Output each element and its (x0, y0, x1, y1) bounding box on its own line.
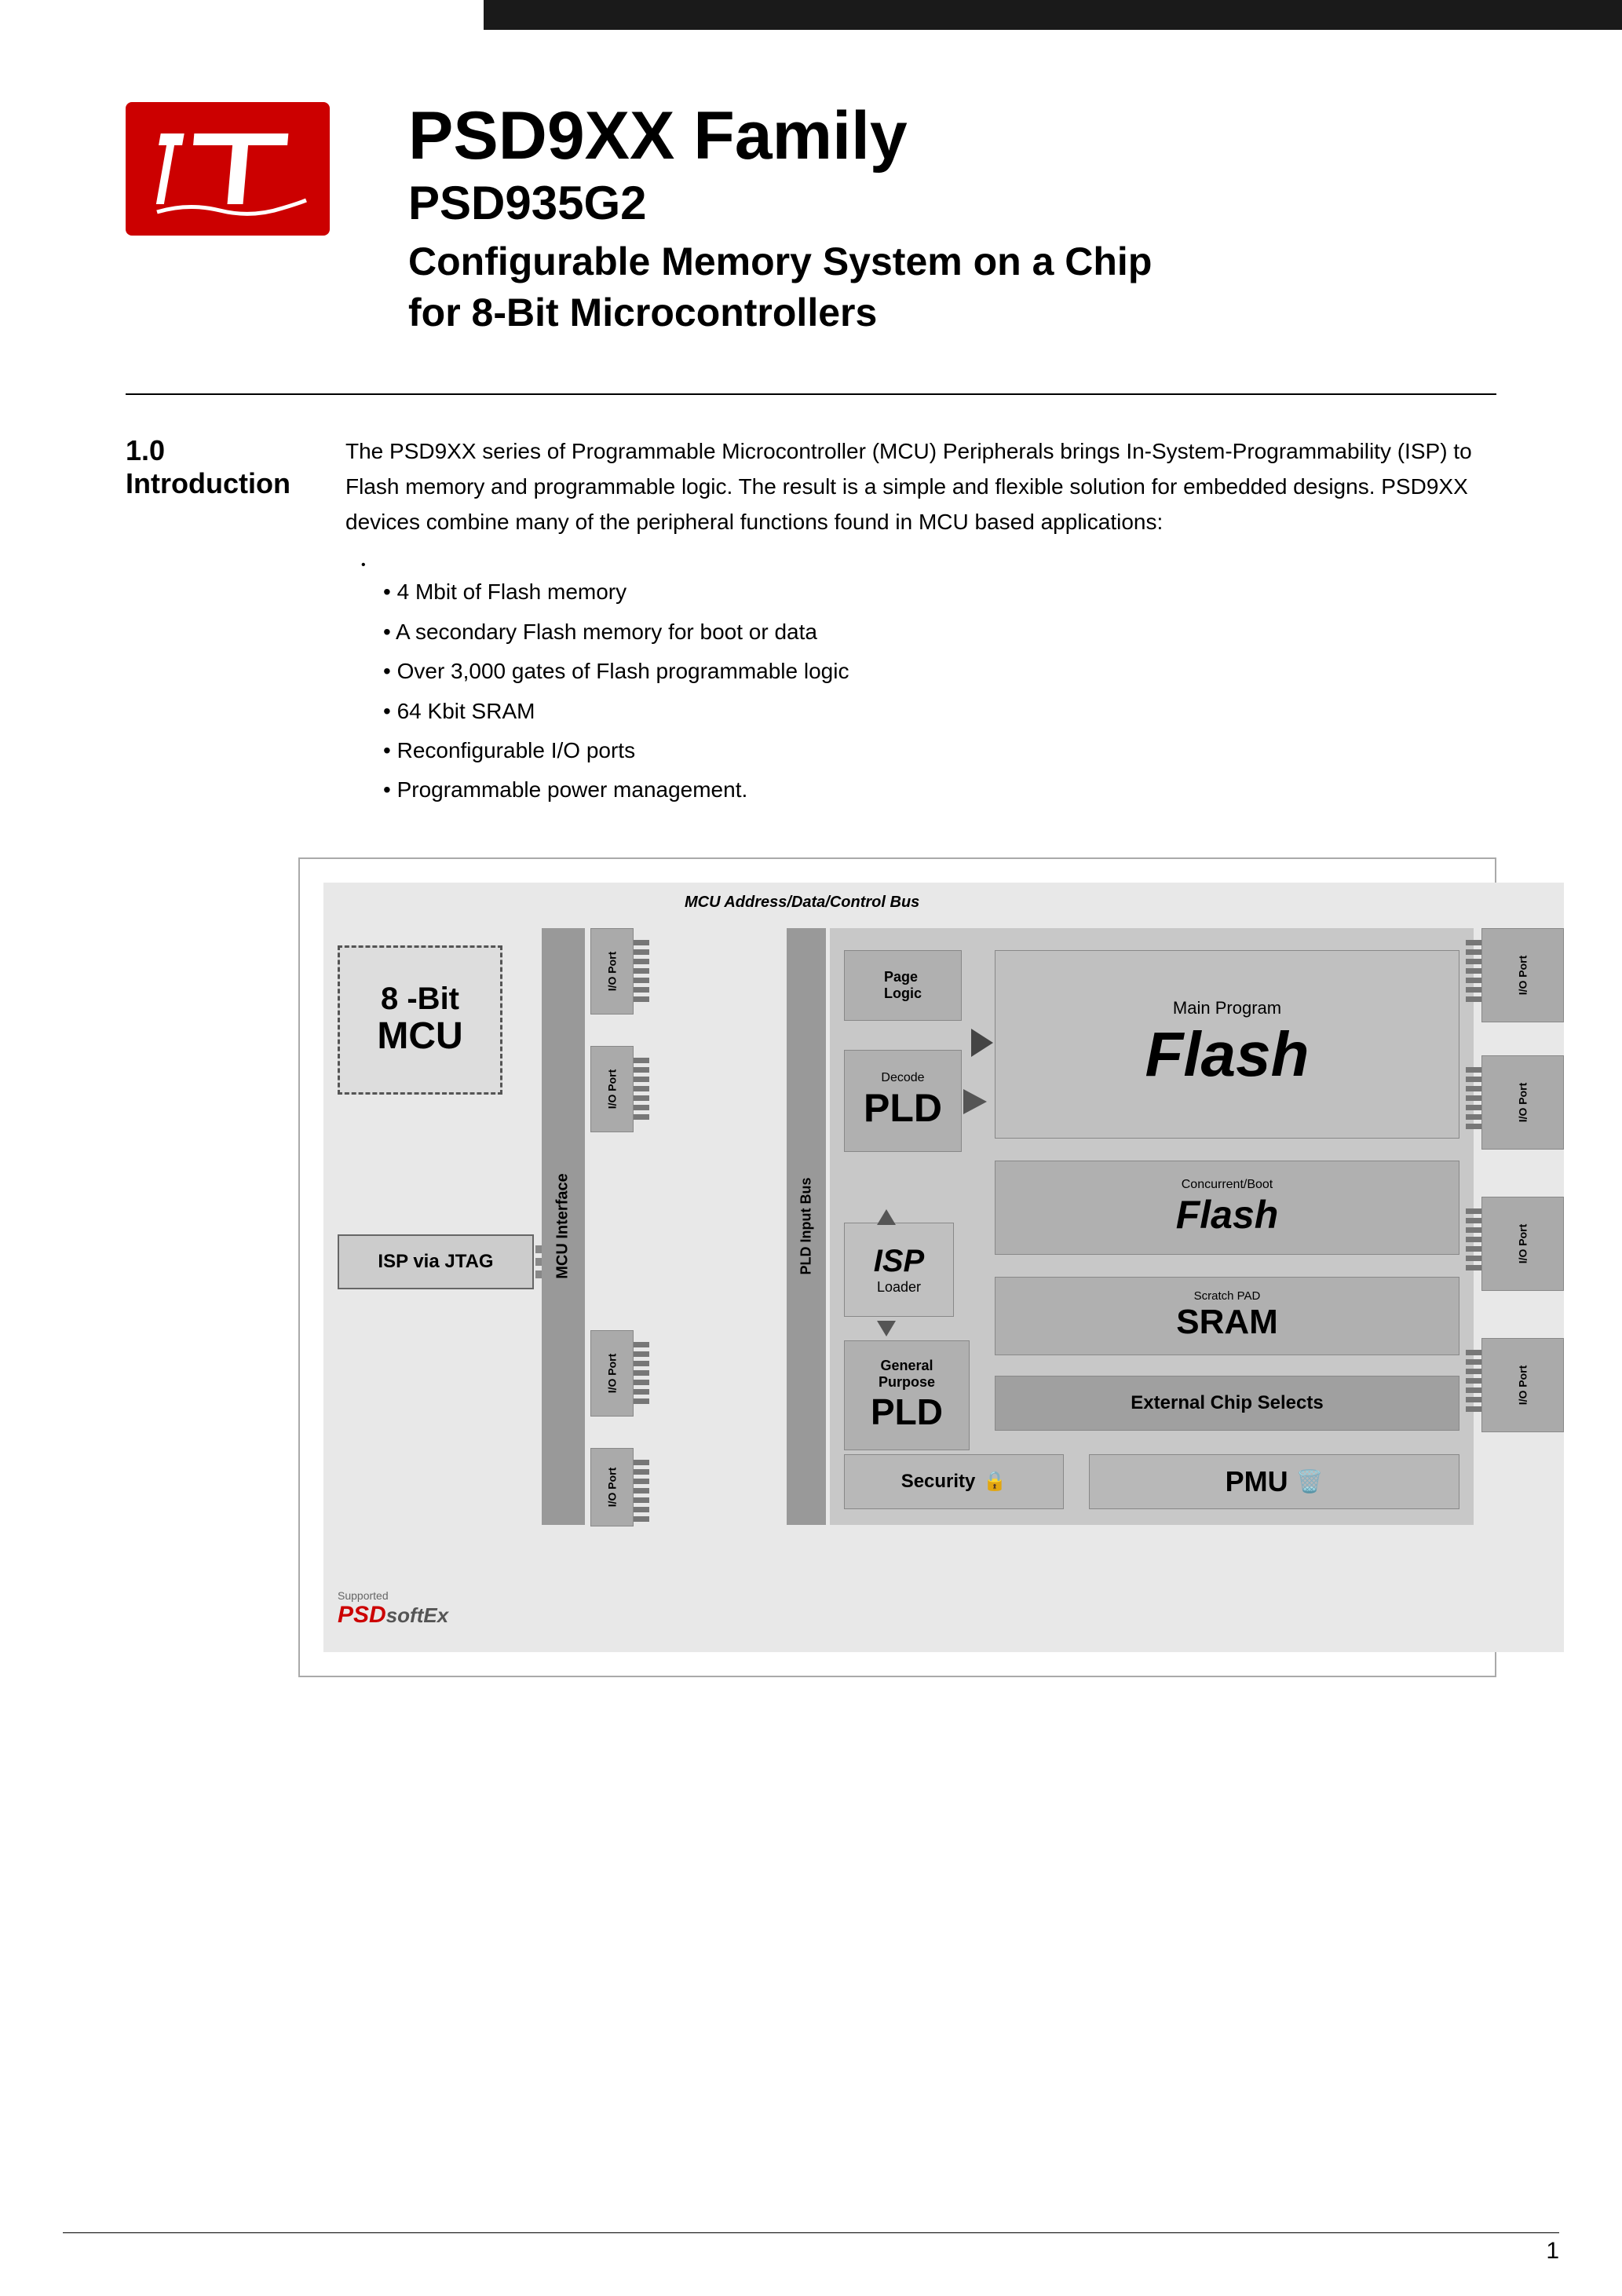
sram-main: SRAM (1176, 1303, 1278, 1342)
io-port-left-2-label: I/O Port (606, 1069, 619, 1109)
bullet-list: 4 Mbit of Flash memory A secondary Flash… (361, 558, 1496, 810)
io-port-right-2-connectors (1466, 1063, 1481, 1133)
st-logo (126, 102, 330, 236)
header-section: PSD9XX Family PSD935G2 Configurable Memo… (126, 47, 1496, 338)
security-label: Security (901, 1471, 976, 1493)
io-port-right-3: I/O Port (1481, 1197, 1564, 1291)
io-port-right-3-label: I/O Port (1517, 1223, 1529, 1263)
section-body: The PSD9XX series of Programmable Microc… (345, 434, 1496, 810)
io-port-left-2-connectors (634, 1054, 649, 1124)
subtitle-model: PSD935G2 (408, 176, 1152, 230)
isp-jtag-block: ISP via JTAG (338, 1234, 534, 1289)
lock-icon: 🔒 (983, 1470, 1006, 1493)
io-port-left-1-label: I/O Port (606, 951, 619, 991)
isp-arrow-up (877, 1209, 896, 1225)
page-number: 1 (1546, 2238, 1559, 2265)
decode-label: Decode (881, 1071, 924, 1085)
io-port-left-3-connectors (634, 1338, 649, 1408)
section-label: 1.0 Introduction (126, 434, 298, 810)
bullet-6: Programmable power management. (361, 770, 1496, 810)
security-block: Security 🔒 (844, 1454, 1064, 1509)
io-port-right-2-label: I/O Port (1517, 1082, 1529, 1122)
io-port-right-1-label: I/O Port (1517, 955, 1529, 995)
main-content-area: PageLogic Decode PLD ISP Loader General … (830, 928, 1474, 1525)
section-divider (126, 393, 1496, 395)
mcu-label-line2: MCU (377, 1016, 462, 1058)
isp-arrow-down (877, 1321, 896, 1336)
decode-pld-main: PLD (864, 1085, 942, 1131)
pmu-label: PMU (1226, 1465, 1288, 1498)
decode-pld-block: Decode PLD (844, 1050, 962, 1152)
io-port-left-1-connectors (634, 936, 649, 1006)
mcu-interface-label: MCU Interface (554, 1173, 572, 1278)
isp-jtag-label: ISP via JTAG (378, 1251, 493, 1273)
pld-input-bus-bar: PLD Input Bus (787, 928, 826, 1525)
mcu-interface-bar: MCU Interface (542, 928, 585, 1525)
io-port-left-4: I/O Port (590, 1448, 634, 1526)
gp-label-1: General (880, 1358, 933, 1374)
main-flash-block: Main Program Flash (995, 950, 1459, 1139)
io-port-right-4-label: I/O Port (1517, 1365, 1529, 1405)
footer-line (63, 2232, 1559, 2233)
psdsoflex-logo: PSDsoftEx (338, 1602, 534, 1629)
gp-label-2: Purpose (879, 1374, 935, 1391)
pmu-block: PMU 🗑️ (1089, 1454, 1459, 1509)
io-port-left-4-connectors (634, 1456, 649, 1526)
bullet-2: A secondary Flash memory for boot or dat… (361, 612, 1496, 652)
diagram-inner: MCU Address/Data/Control Bus 8 -Bit MCU … (323, 883, 1564, 1652)
ext-chip-block: External Chip Selects (995, 1376, 1459, 1431)
main-title: PSD9XX Family (408, 102, 1152, 170)
bullet-1: 4 Mbit of Flash memory (361, 572, 1496, 612)
content-section: 1.0 Introduction The PSD9XX series of Pr… (126, 434, 1496, 810)
io-port-left-3: I/O Port (590, 1330, 634, 1417)
scratch-label: Scratch PAD (1194, 1289, 1261, 1303)
page-logic-block: PageLogic (844, 950, 962, 1021)
main-program-label: Main Program (1173, 998, 1281, 1018)
io-port-left-3-label: I/O Port (606, 1353, 619, 1393)
isp-sub: Loader (877, 1279, 921, 1296)
io-port-right-4: I/O Port (1481, 1338, 1564, 1432)
io-port-left-4-label: I/O Port (606, 1467, 619, 1507)
title-block: PSD9XX Family PSD935G2 Configurable Memo… (408, 102, 1152, 338)
mcu-block: 8 -Bit MCU (338, 945, 502, 1095)
gp-pld-block: General Purpose PLD (844, 1340, 970, 1450)
st-logo-svg (141, 110, 314, 228)
pmu-icon: 🗑️ (1296, 1468, 1324, 1494)
diagram-container: MCU Address/Data/Control Bus 8 -Bit MCU … (298, 857, 1496, 1677)
bullet-3: Over 3,000 gates of Flash programmable l… (361, 652, 1496, 691)
boot-flash-block: Concurrent/Boot Flash (995, 1161, 1459, 1255)
isp-main: ISP (874, 1244, 924, 1279)
page-logic-text: PageLogic (884, 969, 922, 1002)
io-port-right-3-connectors (1466, 1205, 1481, 1274)
bullet-4: 64 Kbit SRAM (361, 692, 1496, 731)
supported-text: Supported (338, 1589, 534, 1602)
io-port-right-1-connectors (1466, 936, 1481, 1006)
bus-label: MCU Address/Data/Control Bus (685, 894, 919, 912)
subtitle-desc: Configurable Memory System on a Chip for… (408, 236, 1152, 338)
io-port-right-1: I/O Port (1481, 928, 1564, 1022)
concurrent-boot-label: Concurrent/Boot (1182, 1178, 1273, 1192)
io-port-right-2: I/O Port (1481, 1055, 1564, 1150)
ext-chip-label: External Chip Selects (1131, 1392, 1323, 1414)
mcu-label-line1: 8 -Bit (381, 982, 459, 1016)
isp-loader-block: ISP Loader (844, 1223, 954, 1317)
intro-paragraph: The PSD9XX series of Programmable Microc… (345, 434, 1496, 539)
bullet-5: Reconfigurable I/O ports (361, 731, 1496, 770)
gp-pld-main: PLD (871, 1391, 943, 1433)
flash-large: Flash (1145, 1018, 1310, 1091)
pld-input-bus-label: PLD Input Bus (798, 1178, 815, 1275)
section-number: 1.0 (126, 434, 298, 467)
io-port-left-2: I/O Port (590, 1046, 634, 1132)
top-bar (484, 0, 1622, 30)
psdsoflex-area: Supported PSDsoftEx (338, 1589, 534, 1629)
main-flash-arrow (971, 1029, 993, 1057)
section-title: Introduction (126, 467, 290, 499)
io-port-left-1: I/O Port (590, 928, 634, 1015)
io-port-right-4-connectors (1466, 1346, 1481, 1416)
flash-medium: Flash (1176, 1192, 1279, 1238)
sram-block: Scratch PAD SRAM (995, 1277, 1459, 1355)
